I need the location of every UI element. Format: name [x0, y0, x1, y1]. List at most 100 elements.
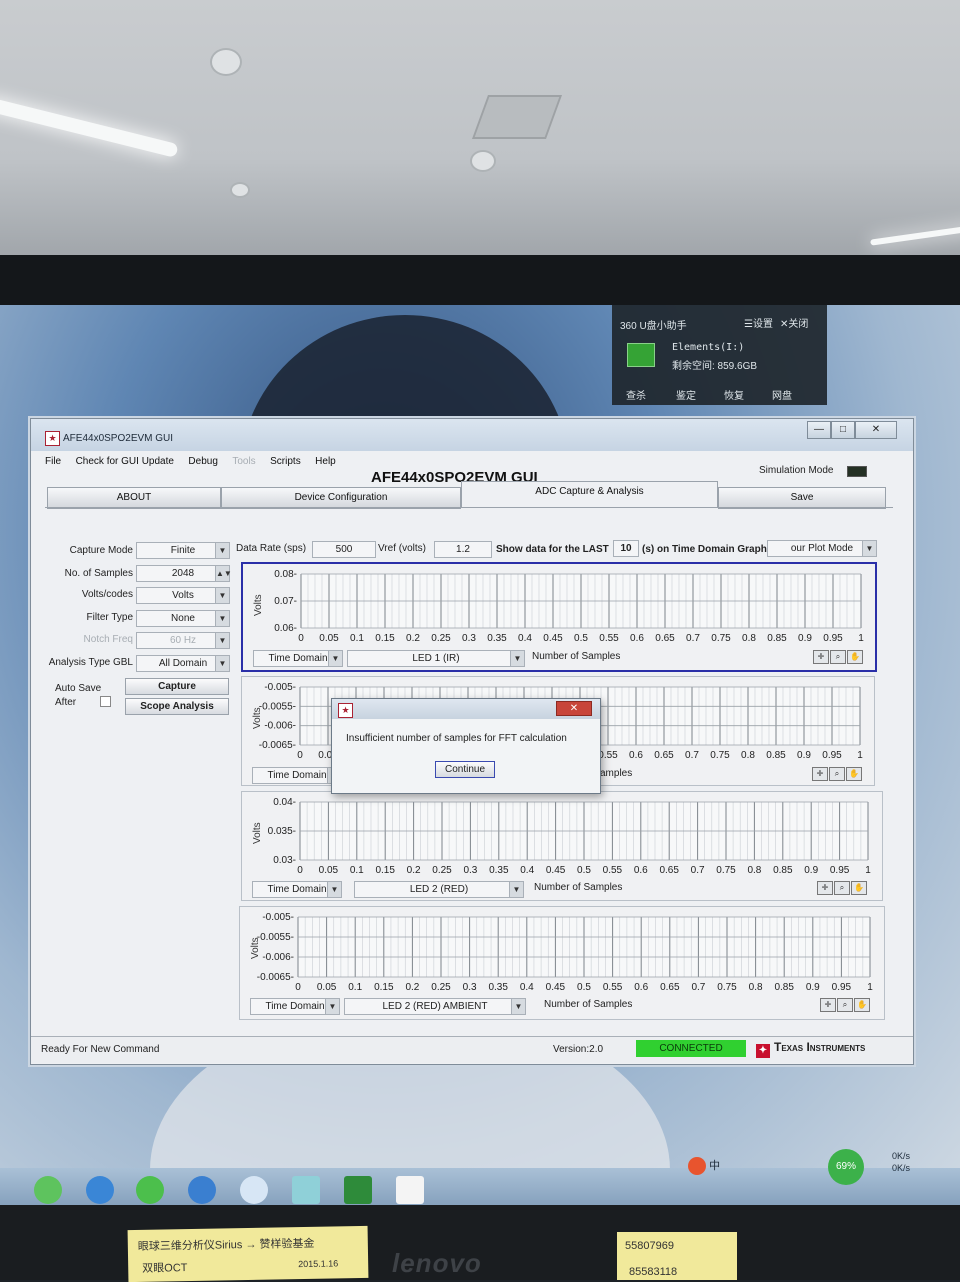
tab-about[interactable]: ABOUT [47, 487, 221, 509]
zoom-icon[interactable]: ⌕ [829, 767, 845, 781]
pan-hand-icon[interactable]: ✋ [846, 767, 862, 781]
y-tick-label: 0.07- [274, 596, 297, 607]
graph-signal-select[interactable]: LED 2 (RED) ▼ [354, 881, 524, 898]
graph-domain-select[interactable]: Time Domain▼ [252, 881, 342, 898]
x-tick-label: 0.35 [487, 633, 507, 644]
zoom-icon[interactable]: ⌕ [834, 881, 850, 895]
zoom-icon[interactable]: ⌕ [830, 650, 846, 664]
graph-grid[interactable]: -0.005- -0.0055- -0.006- -0.0065-0 0.05 0.1 0.… [240, 907, 884, 995]
excel-icon[interactable] [344, 1176, 372, 1204]
plot-mode-select[interactable]: our Plot Mode ▼ [767, 540, 877, 557]
graph-signal-select[interactable]: LED 2 (RED) AMBIENT ▼ [344, 998, 526, 1015]
minimize-button[interactable]: — [807, 421, 831, 439]
sticky-note-line: 55807969 [625, 1240, 674, 1252]
usb-action-scan[interactable]: 查杀 [626, 387, 646, 402]
filter-type-select[interactable]: None ▼ [136, 610, 230, 627]
menu-help[interactable]: Help [315, 456, 336, 467]
tab-adc-capture[interactable]: ADC Capture & Analysis [461, 481, 718, 508]
graph-panel-led2: Volts 0.04- 0.035- 0.03- 0 0.05 0.1 0.15 0.2 0.2… [241, 791, 883, 901]
x-tick-label: 0.15 [375, 865, 395, 876]
chevron-down-icon: ▼ [325, 999, 339, 1014]
crosshair-icon[interactable]: ✛ [817, 881, 833, 895]
graph-domain-select[interactable]: Time Domain▼ [252, 767, 342, 784]
simulation-mode-indicator[interactable] [847, 466, 867, 477]
show-last-field[interactable]: 10 [613, 540, 639, 557]
afe-gui-taskbar-icon[interactable] [396, 1176, 424, 1204]
pan-hand-icon[interactable]: ✋ [847, 650, 863, 664]
zoom-icon[interactable]: ⌕ [837, 998, 853, 1012]
window-titlebar[interactable]: ★ AFE44x0SPO2EVM GUI — □ ✕ [31, 419, 913, 451]
dialog-close-button[interactable]: ✕ [556, 701, 592, 716]
vref-field[interactable]: 1.2 [434, 541, 492, 558]
x-tick-label: 0.75 [717, 982, 737, 993]
graph-signal-select[interactable]: LED 1 (IR) ▼ [347, 650, 525, 667]
security-360-icon[interactable] [136, 1176, 164, 1204]
analysis-type-label: Analysis Type GBL [48, 657, 133, 668]
close-button[interactable]: ✕ [855, 421, 897, 439]
y-tick-label: 0.035- [268, 826, 296, 837]
tab-device-configuration[interactable]: Device Configuration [221, 487, 461, 509]
analysis-type-select[interactable]: All Domain ▼ [136, 655, 230, 672]
crosshair-icon[interactable]: ✛ [820, 998, 836, 1012]
no-samples-label: No. of Samples [64, 568, 133, 579]
graph-grid[interactable]: 0.04- 0.035- 0.03-0 0.05 0.1 0.15 0.2 0.25 0.3 0.… [242, 792, 882, 878]
x-tick-label: 0.5 [574, 633, 588, 644]
x-tick-label: 0.55 [603, 982, 623, 993]
graph-plot[interactable]: 0.08- 0.07- 0.06- 0 0.05 0.1 0.15 0.2 0.25 0.3 0.3… [243, 564, 875, 646]
usb-action-restore[interactable]: 恢复 [724, 387, 744, 402]
save-button[interactable]: Save [718, 487, 886, 509]
data-rate-label: Data Rate (sps) [236, 543, 307, 554]
graph-grid[interactable]: 0.08- 0.07- 0.06-0 0.05 0.1 0.15 0.2 0.25 0.3 0.3… [243, 564, 875, 646]
capture-mode-label: Capture Mode [69, 545, 133, 556]
continue-button[interactable]: Continue [435, 761, 495, 778]
usb-helper-popup: 360 U盘小助手 ☰设置 ✕关闭 Elements(I:) 剩余空间: 859… [612, 305, 827, 405]
sogou-ime-icon[interactable] [688, 1157, 706, 1176]
dialog-titlebar[interactable]: ★ ✕ [332, 699, 600, 719]
x-tick-label: 0 [297, 750, 303, 761]
usb-close-link[interactable]: ✕关闭 [780, 315, 808, 330]
capture-button[interactable]: Capture [125, 678, 229, 695]
menu-bar: File Check for GUI Update Debug Tools Sc… [45, 451, 346, 469]
stepper-arrows-icon[interactable]: ▲▼ [215, 566, 232, 581]
capture-mode-select[interactable]: Finite ▼ [136, 542, 230, 559]
x-tick-label: 0.05 [317, 982, 337, 993]
auto-save-checkbox[interactable] [100, 696, 111, 707]
graph-domain-select[interactable]: Time Domain▼ [253, 650, 343, 667]
browser-icon[interactable] [86, 1176, 114, 1204]
maximize-button[interactable]: □ [831, 421, 855, 439]
x-tick-label: 0.6 [634, 982, 648, 993]
menu-file[interactable]: File [45, 456, 61, 467]
chevron-down-icon: ▼ [215, 656, 229, 671]
app-tile-icon[interactable] [292, 1176, 320, 1204]
crosshair-icon[interactable]: ✛ [813, 650, 829, 664]
notch-freq-label: Notch Freq [83, 634, 133, 645]
wechat-icon[interactable] [34, 1176, 62, 1204]
crosshair-icon[interactable]: ✛ [812, 767, 828, 781]
x-tick-label: 0.3 [463, 865, 477, 876]
graph-plot[interactable]: -0.005- -0.0055- -0.006- -0.0065-0 0.05 0.1 0.… [240, 907, 884, 995]
menu-debug[interactable]: Debug [188, 456, 217, 467]
x-tick-label: 0.65 [654, 750, 674, 761]
data-rate-field[interactable]: 500 [312, 541, 376, 558]
pan-hand-icon[interactable]: ✋ [854, 998, 870, 1012]
menu-check-update[interactable]: Check for GUI Update [76, 456, 174, 467]
accelerator-ball[interactable]: 69% [828, 1149, 864, 1185]
qq-icon[interactable] [188, 1176, 216, 1204]
graph-plot[interactable]: 0.04- 0.035- 0.03- 0 0.05 0.1 0.15 0.2 0.25 0.3 0.… [242, 792, 882, 878]
pan-hand-icon[interactable]: ✋ [851, 881, 867, 895]
no-samples-stepper[interactable]: 2048 ▲▼ [136, 565, 232, 582]
usb-action-verify[interactable]: 鉴定 [676, 387, 696, 402]
app-bird-icon[interactable] [240, 1176, 268, 1204]
scope-analysis-button[interactable]: Scope Analysis [125, 698, 229, 715]
usb-settings-link[interactable]: ☰设置 [744, 315, 773, 330]
x-tick-label: 0.2 [407, 865, 421, 876]
graph-domain-select[interactable]: Time Domain▼ [250, 998, 340, 1015]
x-tick-label: 0.5 [577, 982, 591, 993]
volts-codes-select[interactable]: Volts ▼ [136, 587, 230, 604]
after-label: After [55, 697, 77, 708]
x-tick-label: 0.95 [830, 865, 850, 876]
ime-mode[interactable]: 中 [709, 1160, 720, 1172]
x-tick-label: 0.1 [348, 982, 362, 993]
menu-scripts[interactable]: Scripts [270, 456, 301, 467]
usb-action-cloud[interactable]: 网盘 [772, 387, 792, 402]
